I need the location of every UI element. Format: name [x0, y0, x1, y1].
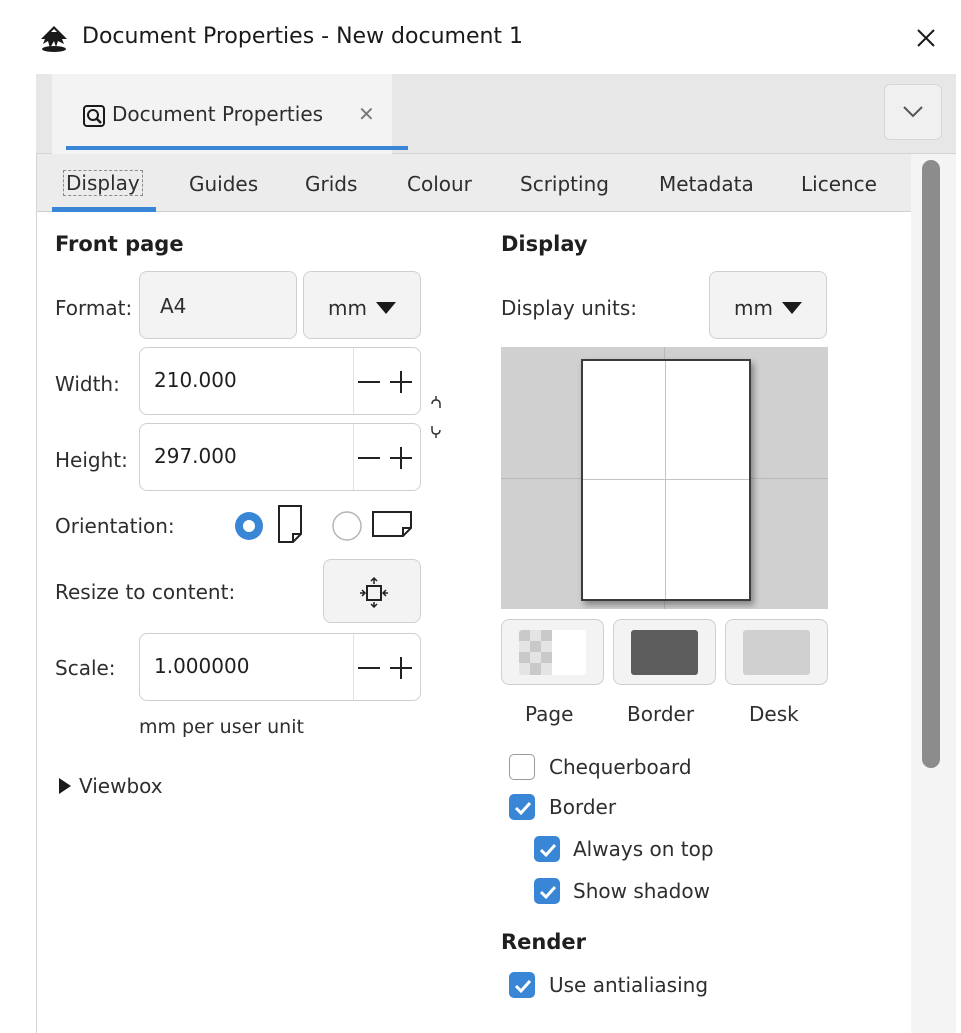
render-heading: Render	[501, 930, 586, 954]
format-value: A4	[160, 294, 187, 318]
border-checkbox[interactable]	[509, 794, 535, 820]
chevron-down-icon	[903, 106, 923, 118]
checkmark-icon	[514, 801, 532, 816]
viewbox-label: Viewbox	[79, 774, 163, 798]
antialiasing-checkbox[interactable]	[509, 972, 535, 998]
tab-display[interactable]: Display	[63, 170, 143, 196]
page-color-swatch	[519, 630, 586, 675]
page-preview	[501, 347, 828, 609]
close-icon	[917, 29, 935, 47]
dock-tab-label: Document Properties	[112, 102, 324, 126]
format-unit-dropdown[interactable]: mm	[303, 271, 421, 339]
dock-menu-button[interactable]	[884, 84, 942, 140]
panel-scrollbar[interactable]	[911, 154, 956, 1033]
show-shadow-label: Show shadow	[573, 879, 710, 903]
page-color-label: Page	[525, 702, 574, 726]
checkmark-icon	[514, 979, 532, 994]
always-on-top-label: Always on top	[573, 837, 714, 861]
portrait-page-icon	[278, 505, 302, 543]
scale-increment-button[interactable]	[388, 634, 422, 700]
desk-color-swatch	[743, 630, 810, 675]
desk-color-button[interactable]	[725, 619, 828, 685]
display-units-label: Display units:	[501, 296, 637, 320]
chequerboard-label: Chequerboard	[549, 755, 692, 779]
tab-scripting[interactable]: Scripting	[520, 172, 609, 196]
page-color-button[interactable]	[501, 619, 604, 685]
tab-metadata[interactable]: Metadata	[659, 172, 754, 196]
expander-triangle-icon	[59, 778, 71, 794]
orientation-portrait-radio[interactable]	[233, 510, 265, 542]
document-properties-window: Document Properties - New document 1 Doc…	[0, 0, 961, 1033]
show-shadow-checkbox[interactable]	[534, 878, 560, 904]
chain-link-icon	[431, 396, 441, 438]
chequerboard-checkbox[interactable]	[509, 754, 535, 780]
scale-spinbox[interactable]: 1.000000	[139, 633, 421, 701]
format-unit-value: mm	[328, 296, 367, 320]
preview-page	[581, 359, 751, 601]
border-color-swatch	[631, 630, 698, 675]
orientation-label: Orientation:	[55, 514, 175, 538]
height-increment-button[interactable]	[388, 424, 422, 490]
antialiasing-label: Use antialiasing	[549, 973, 709, 997]
scale-decrement-button[interactable]	[354, 634, 388, 700]
scale-unit-label: mm per user unit	[139, 716, 304, 738]
format-label: Format:	[55, 296, 133, 320]
dropdown-arrow-icon	[782, 302, 802, 314]
desk-color-label: Desk	[749, 702, 799, 726]
width-increment-button[interactable]	[388, 348, 422, 414]
border-color-button[interactable]	[613, 619, 716, 685]
tab-active-indicator	[52, 207, 156, 212]
title-bar: Document Properties - New document 1	[0, 0, 961, 74]
height-spinbox[interactable]: 297.000	[139, 423, 421, 491]
resize-to-content-button[interactable]	[323, 559, 421, 623]
display-heading: Display	[501, 232, 588, 256]
notebook-tab-bar: Display Guides Grids Colour Scripting Me…	[37, 154, 912, 212]
height-label: Height:	[55, 448, 128, 472]
border-color-label: Border	[627, 702, 695, 726]
width-decrement-button[interactable]	[354, 348, 388, 414]
close-window-button[interactable]	[905, 18, 947, 58]
dock-tab-document-properties[interactable]: Document Properties ✕	[52, 74, 408, 154]
document-properties-icon	[83, 105, 105, 127]
preview-page-line	[665, 361, 666, 599]
dock-tab-close-icon[interactable]: ✕	[358, 104, 375, 124]
properties-panel: Display Guides Grids Colour Scripting Me…	[36, 154, 912, 1033]
height-decrement-button[interactable]	[354, 424, 388, 490]
tab-colour[interactable]: Colour	[407, 172, 472, 196]
orientation-landscape-radio[interactable]	[331, 510, 363, 542]
display-units-dropdown[interactable]: mm	[709, 271, 827, 339]
dock-tab-active-indicator	[66, 146, 408, 150]
dock-tab-bar: Document Properties ✕	[36, 74, 956, 154]
checkmark-icon	[539, 885, 557, 900]
inkscape-logo-icon	[41, 26, 67, 52]
scale-label: Scale:	[55, 656, 116, 680]
preview-page-line	[583, 479, 749, 480]
scale-value: 1.000000	[154, 654, 250, 678]
resize-to-content-label: Resize to content:	[55, 580, 236, 604]
tab-licence[interactable]: Licence	[801, 172, 877, 196]
tab-grids[interactable]: Grids	[305, 172, 357, 196]
width-label: Width:	[55, 372, 120, 396]
width-value: 210.000	[154, 368, 237, 392]
display-units-value: mm	[734, 296, 773, 320]
landscape-page-icon	[372, 511, 412, 537]
height-value: 297.000	[154, 444, 237, 468]
front-page-heading: Front page	[55, 232, 184, 256]
always-on-top-checkbox[interactable]	[534, 836, 560, 862]
width-spinbox[interactable]: 210.000	[139, 347, 421, 415]
format-dropdown[interactable]: A4	[139, 271, 297, 339]
checkmark-icon	[539, 843, 557, 858]
scrollbar-thumb[interactable]	[922, 160, 940, 768]
resize-to-content-icon	[360, 576, 388, 608]
window-title: Document Properties - New document 1	[82, 24, 524, 49]
dropdown-arrow-icon	[376, 302, 396, 314]
viewbox-expander[interactable]: Viewbox	[55, 772, 215, 802]
border-check-label: Border	[549, 795, 617, 819]
tab-guides[interactable]: Guides	[189, 172, 258, 196]
